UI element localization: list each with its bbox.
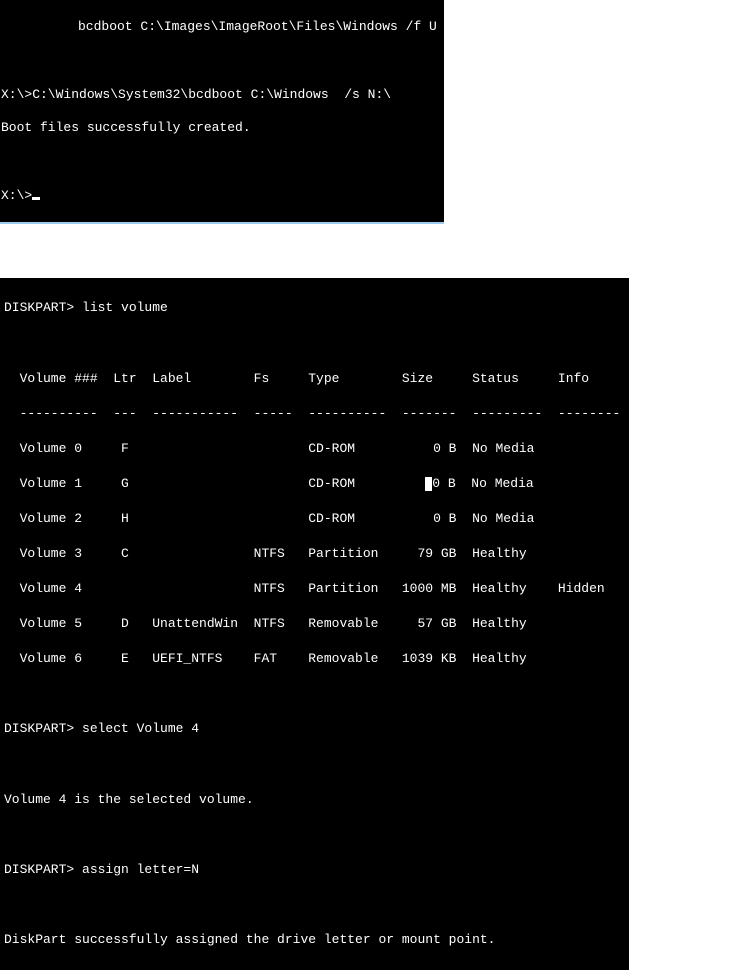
diskpart-prompt-1[interactable]: DISKPART> list volume xyxy=(4,299,625,317)
select-result: Volume 4 is the selected volume. xyxy=(4,791,625,809)
blank xyxy=(0,53,444,70)
table-row: Volume 4 NTFS Partition 1000 MB Healthy … xyxy=(4,580,625,598)
bcdboot-result: Boot files successfully created. xyxy=(0,120,444,137)
cursor-block-icon xyxy=(425,477,432,491)
assign-result: DiskPart successfully assigned the drive… xyxy=(4,931,625,949)
prompt-label: DISKPART> xyxy=(4,300,82,315)
diskpart-prompt-2[interactable]: DISKPART> select Volume 4 xyxy=(4,720,625,738)
diskpart-prompt-3[interactable]: DISKPART> assign letter=N xyxy=(4,861,625,879)
table-row: Volume 2 H CD-ROM 0 B No Media xyxy=(4,510,625,528)
table-row: Volume 0 F CD-ROM 0 B No Media xyxy=(4,440,625,458)
prompt-label: DISKPART> xyxy=(4,721,82,736)
bcdboot-command: X:\>C:\Windows\System32\bcdboot C:\Windo… xyxy=(0,87,444,104)
volume-table-divider: ---------- --- ----------- ----- -------… xyxy=(4,405,625,423)
assign-letter-cmd: assign letter=N xyxy=(82,862,199,877)
volume-table-header: Volume ### Ltr Label Fs Type Size Status… xyxy=(4,370,625,388)
blank xyxy=(4,334,625,352)
cursor-icon xyxy=(32,197,40,200)
title-bar-text: bcdboot C:\Images\ImageRoot\Files\Window… xyxy=(0,19,444,36)
table-row: Volume 1 G CD-ROM 0 B No Media xyxy=(4,475,625,493)
blank xyxy=(0,154,444,171)
blank xyxy=(4,826,625,844)
blank xyxy=(4,685,625,703)
prompt-label: DISKPART> xyxy=(4,862,82,877)
gap-space xyxy=(0,224,729,278)
command-prompt[interactable]: X:\> xyxy=(0,188,444,205)
table-row: Volume 3 C NTFS Partition 79 GB Healthy xyxy=(4,545,625,563)
diskpart-terminal: DISKPART> list volume Volume ### Ltr Lab… xyxy=(0,278,629,970)
blank xyxy=(4,756,625,774)
select-volume-cmd: select Volume 4 xyxy=(82,721,199,736)
top-terminal-window: bcdboot C:\Images\ImageRoot\Files\Window… xyxy=(0,0,444,224)
table-row: Volume 6 E UEFI_NTFS FAT Removable 1039 … xyxy=(4,650,625,668)
list-volume-cmd: list volume xyxy=(82,300,168,315)
blank xyxy=(4,896,625,914)
prompt-text: X:\> xyxy=(1,188,32,203)
table-row: Volume 5 D UnattendWin NTFS Removable 57… xyxy=(4,615,625,633)
